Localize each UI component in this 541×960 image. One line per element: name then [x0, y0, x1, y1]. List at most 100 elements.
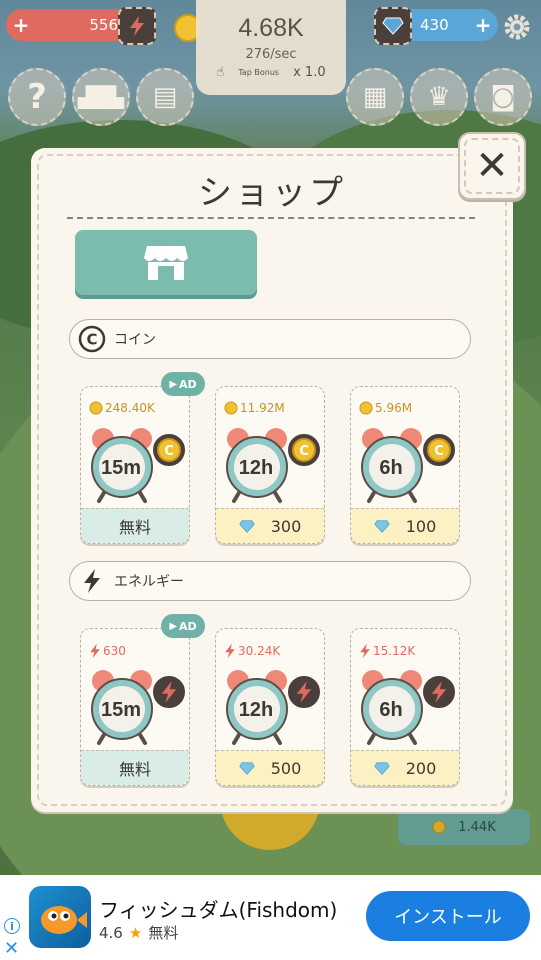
title-divider	[67, 217, 475, 219]
trophy-icon: ♛	[427, 82, 451, 112]
cost-label: 100	[405, 516, 437, 536]
add-energy-icon[interactable]: +	[6, 13, 36, 37]
coin-badge: C	[421, 432, 457, 468]
reward-amount: 30.24K	[224, 643, 280, 659]
tap-multiplier: x 1.0	[293, 65, 326, 80]
cost-button[interactable]: 500	[216, 750, 324, 785]
add-gem-icon[interactable]: +	[468, 13, 498, 37]
podium-icon: ▟█▙	[77, 85, 125, 109]
section-energy-label: エネルギー	[114, 574, 184, 590]
cost-label: 300	[270, 516, 302, 536]
lightning-icon	[84, 569, 100, 593]
svg-text:C: C	[164, 444, 174, 459]
energy-offer-card[interactable]: 15.12K 6h 200	[350, 628, 460, 786]
modal-title: ショップ	[198, 173, 346, 213]
energy-badge	[421, 674, 457, 710]
reward-amount: 630	[89, 643, 126, 659]
help-button[interactable]: ?	[8, 68, 66, 126]
energy-offer-card[interactable]: 30.24K 12h 500	[215, 628, 325, 786]
video-icon: ▶	[169, 378, 178, 390]
close-button[interactable]: ✕	[458, 132, 526, 200]
reward-value: 15.12K	[373, 644, 416, 658]
coin-offer-card[interactable]: 5.96M 6h C 100	[350, 386, 460, 544]
duration-label: 12h	[238, 699, 274, 721]
store-icon: ▤	[152, 82, 178, 112]
section-energy: エネルギー	[69, 561, 471, 601]
ranking-button[interactable]: ▟█▙	[72, 68, 130, 126]
ad-title[interactable]: フィッシュダム(Fishdom)	[99, 894, 337, 923]
cost-button[interactable]: 無料	[81, 750, 189, 785]
trophy-button[interactable]: ♛	[410, 68, 468, 126]
coin-offer-card[interactable]: 11.92M 12h C 300	[215, 386, 325, 544]
store-icon	[144, 245, 188, 280]
coin-outline-icon: C	[78, 325, 106, 353]
energy-offer-card[interactable]: 630 15m 無料	[80, 628, 190, 786]
camera-button[interactable]: ◙	[474, 68, 532, 126]
duration-label: 6h	[379, 457, 403, 479]
cost-button[interactable]: 200	[351, 750, 459, 785]
star-icon: ★	[128, 923, 143, 942]
ad-app-icon[interactable]	[29, 886, 91, 948]
ad-close-icon[interactable]: ✕	[4, 938, 19, 959]
coin-icon: C	[427, 438, 451, 462]
ad-label: AD	[179, 377, 197, 391]
reward-amount: 15.12K	[359, 643, 415, 659]
cost-button[interactable]: 300	[216, 508, 324, 543]
lightning-icon	[90, 643, 100, 659]
install-button[interactable]: インストール	[366, 891, 530, 941]
tab-shop[interactable]	[75, 230, 257, 295]
shop-button[interactable]: ▤	[136, 68, 194, 126]
svg-text:C: C	[299, 444, 309, 459]
reward-amount: 11.92M	[224, 401, 285, 415]
cost-button[interactable]: 無料	[81, 508, 189, 543]
ad-info-icon[interactable]: i	[4, 918, 20, 934]
ad-subtitle: 4.6 ★ 無料	[99, 922, 178, 943]
cost-label: 無料	[118, 760, 151, 779]
gem-icon	[374, 761, 390, 775]
reward-value: 5.96M	[375, 401, 413, 415]
duration-label: 12h	[238, 457, 274, 479]
lightning-icon	[161, 681, 177, 703]
ad-price: 無料	[148, 924, 179, 942]
reward-value: 30.24K	[238, 644, 281, 658]
clipboard-icon: ▦	[362, 82, 388, 112]
video-icon: ▶	[169, 620, 178, 632]
coin-badge: C	[286, 432, 322, 468]
energy-badge	[286, 674, 322, 710]
reward-value: 11.92M	[240, 401, 285, 415]
coin-icon: C	[157, 438, 181, 462]
lightning-icon	[225, 643, 235, 659]
coin-badge: C	[151, 432, 187, 468]
reward-amount: 5.96M	[359, 401, 412, 415]
gem-icon	[239, 761, 255, 775]
camera-icon: ◙	[490, 82, 516, 112]
gem-icon	[239, 519, 255, 533]
section-coins-label: コイン	[114, 332, 156, 348]
duration-label: 15m	[100, 457, 142, 479]
ad-badge: ▶ AD	[161, 614, 205, 638]
tap-hand-icon: ☝	[216, 65, 225, 80]
reward-amount: 248.40K	[89, 401, 155, 415]
lightning-icon	[296, 681, 312, 703]
section-coins: C コイン	[69, 319, 471, 359]
close-icon: ✕	[475, 143, 509, 189]
tap-bonus-row: ☝ Tap Bonus x 1.0	[196, 65, 346, 80]
tap-bonus-label: Tap Bonus	[238, 68, 280, 77]
energy-icon	[118, 7, 156, 45]
cost-label: 500	[270, 758, 302, 778]
missions-button[interactable]: ▦	[346, 68, 404, 126]
svg-text:C: C	[86, 331, 97, 349]
ad-label: AD	[179, 619, 197, 633]
coin-icon: C	[292, 438, 316, 462]
ad-badge: ▶ AD	[161, 372, 205, 396]
reward-value: 630	[103, 644, 126, 658]
reward-value: 248.40K	[105, 401, 155, 415]
cost-label: 200	[405, 758, 437, 778]
cost-button[interactable]: 100	[351, 508, 459, 543]
coin-offer-card[interactable]: 248.40K 15m C 無料	[80, 386, 190, 544]
cost-label: 無料	[118, 518, 151, 537]
coin-icon	[359, 401, 373, 415]
lightning-icon	[360, 643, 370, 659]
settings-gear-icon[interactable]	[502, 12, 532, 42]
gem-icon	[374, 519, 390, 533]
